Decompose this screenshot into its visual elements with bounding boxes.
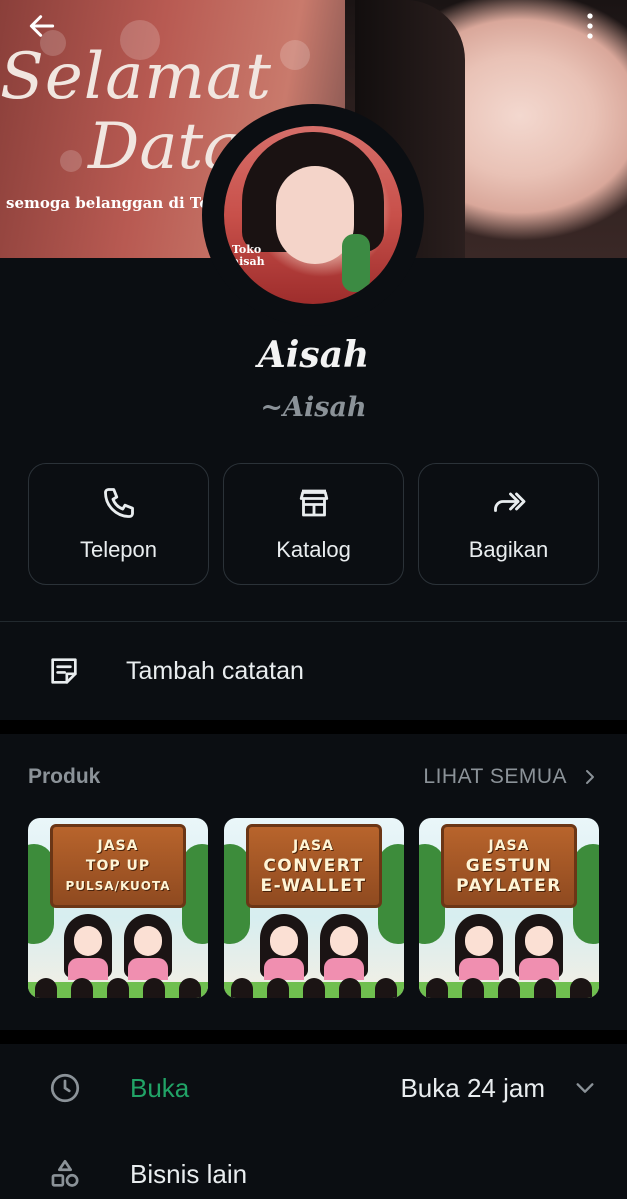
product-title-line: TOP UP [85, 858, 151, 874]
see-all-label: LIHAT SEMUA [423, 765, 567, 788]
open-status: Buka [130, 1072, 190, 1103]
back-arrow-icon [29, 15, 55, 37]
product-card[interactable]: JASA TOP UP PULSA/KUOTA [28, 818, 208, 998]
other-business-label: Bisnis lain [130, 1158, 248, 1189]
product-title-line: PULSA/KUOTA [65, 879, 171, 893]
chevron-down-icon [576, 1083, 594, 1093]
profile-name: Aisah [257, 334, 370, 376]
product-title-line: GESTUN [465, 856, 553, 876]
add-note-label: Tambah catatan [126, 656, 304, 685]
section-separator [0, 1030, 627, 1044]
product-title-line: E-WALLET [260, 876, 367, 896]
product-title-line: JASA [293, 838, 334, 854]
share-button[interactable]: Bagikan [418, 463, 599, 585]
catalog-button-label: Katalog [276, 537, 351, 562]
shapes-icon [51, 1159, 79, 1187]
avatar-shop-label: Toko aisah [232, 243, 265, 268]
cover-greeting-line-3: semoga belanggan di To [6, 194, 210, 212]
product-title-line: PAYLATER [456, 876, 562, 896]
storefront-icon [299, 489, 328, 517]
add-note-row[interactable]: Tambah catatan [0, 622, 627, 720]
chevron-right-icon [586, 770, 594, 784]
see-all-link[interactable]: LIHAT SEMUA [423, 765, 599, 789]
product-title-line: CONVERT [263, 856, 364, 876]
phone-icon [103, 488, 134, 518]
business-hours-row[interactable]: Buka Buka 24 jam [0, 1045, 627, 1131]
products-header: Produk LIHAT SEMUA [28, 758, 599, 796]
share-forward-icon [493, 492, 525, 512]
product-card[interactable]: JASA GESTUN PAYLATER [419, 818, 599, 998]
more-vertical-icon [587, 13, 593, 39]
products-title: Produk [28, 765, 101, 788]
clock-icon [50, 1073, 80, 1103]
cover-greeting-line-1: Selamat [0, 40, 272, 114]
section-separator [0, 720, 627, 734]
product-list: JASA TOP UP PULSA/KUOTA JASA CONVERT E-W… [28, 818, 599, 998]
product-title-sign: JASA CONVERT E-WALLET [245, 824, 382, 908]
product-card[interactable]: JASA CONVERT E-WALLET [223, 818, 404, 998]
call-button-label: Telepon [79, 537, 158, 562]
profile-subname: ~Aisah [260, 392, 367, 423]
product-title-sign: JASA TOP UP PULSA/KUOTA [50, 824, 186, 908]
note-icon [51, 658, 77, 684]
product-title-line: JASA [97, 838, 139, 854]
catalog-button[interactable]: Katalog [223, 463, 404, 585]
back-button[interactable] [22, 6, 62, 46]
action-buttons: Telepon Katalog Bagikan [28, 463, 599, 585]
product-title-sign: JASA GESTUN PAYLATER [441, 824, 577, 908]
product-title-line: JASA [488, 838, 530, 854]
more-options-button[interactable] [570, 6, 610, 46]
call-button[interactable]: Telepon [28, 463, 209, 585]
opening-hours: Buka 24 jam [400, 1072, 545, 1103]
share-button-label: Bagikan [468, 537, 549, 562]
other-business-row[interactable]: Bisnis lain [0, 1131, 627, 1199]
profile-avatar[interactable]: Toko aisah [202, 104, 424, 326]
